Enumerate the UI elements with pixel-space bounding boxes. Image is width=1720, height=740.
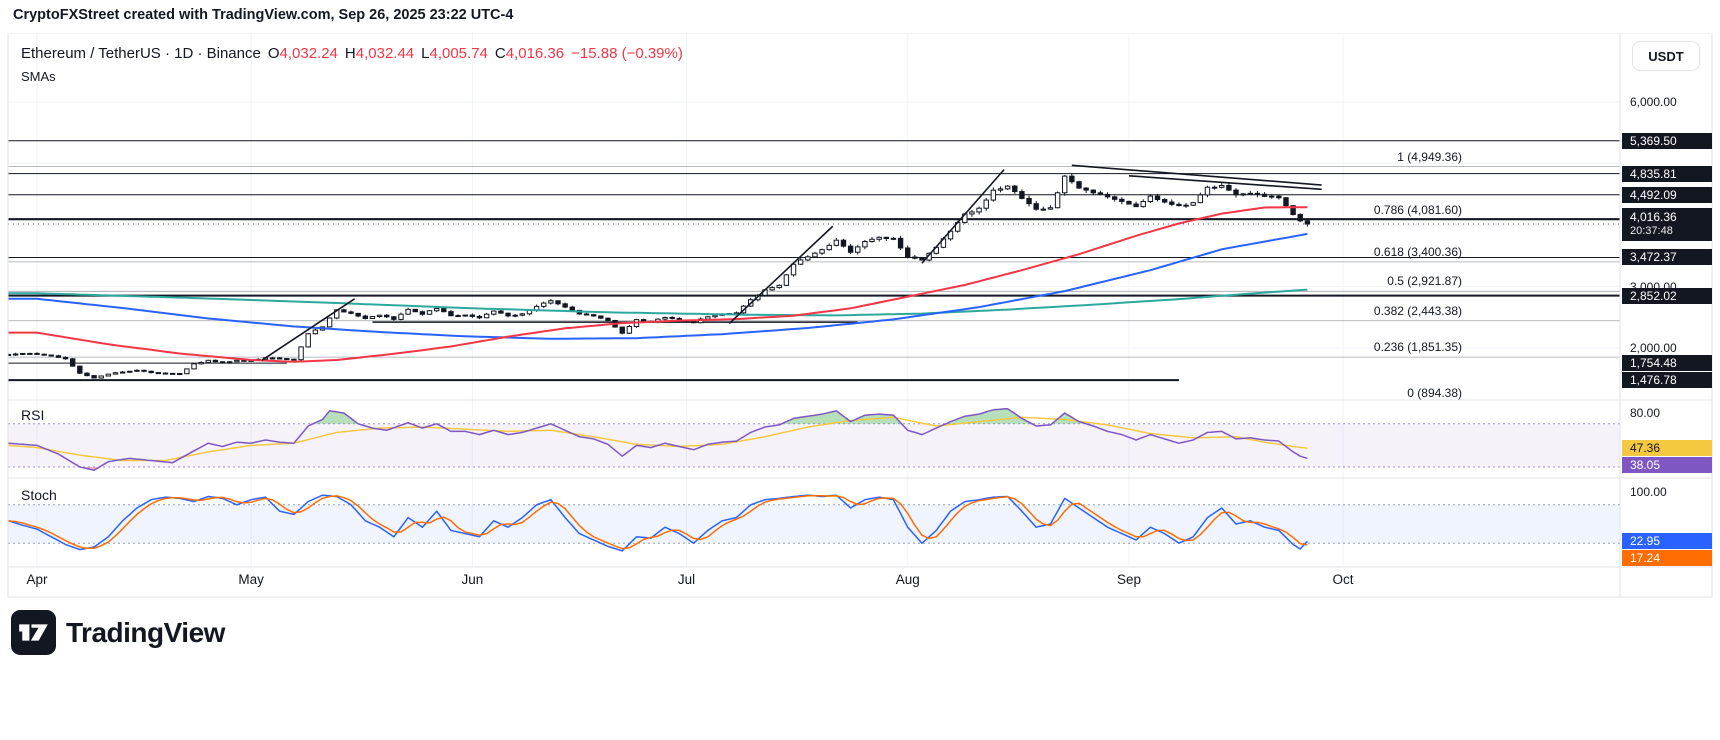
tradingview-footer: TradingView <box>11 610 225 655</box>
price-scale[interactable] <box>1620 33 1712 567</box>
symbol-legend: Ethereum / TetherUS · 1D · BinanceO4,032… <box>21 44 683 87</box>
time-scale[interactable] <box>8 567 1620 597</box>
ohlc-close-key: C <box>495 45 506 62</box>
legend-line-1: Ethereum / TetherUS · 1D · BinanceO4,032… <box>21 44 683 64</box>
indicator-legend-smas[interactable]: SMAs <box>21 67 683 87</box>
change-value: −15.88 (−0.39%) <box>571 45 683 62</box>
tradingview-wordmark[interactable]: TradingView <box>66 617 225 649</box>
ohlc-high-key: H <box>345 45 356 62</box>
rsi-panel-label[interactable]: RSI <box>21 407 44 423</box>
ohlc-open-key: O <box>268 45 280 62</box>
ohlc-high-value: 4,032.44 <box>356 45 414 62</box>
attribution-bar: CryptoFXStreet created with TradingView.… <box>0 0 1720 33</box>
ohlc-low-value: 4,005.74 <box>429 45 487 62</box>
attribution-text: CryptoFXStreet created with TradingView.… <box>13 7 513 23</box>
tradingview-logo-icon[interactable] <box>11 610 56 655</box>
currency-usdt-button[interactable]: USDT <box>1632 41 1700 71</box>
chart-canvas[interactable] <box>0 0 1720 740</box>
ohlc-close-value: 4,016.36 <box>506 45 564 62</box>
ohlc-open-value: 4,032.24 <box>280 45 338 62</box>
symbol-title[interactable]: Ethereum / TetherUS · 1D · Binance <box>21 45 261 62</box>
stoch-panel-label[interactable]: Stoch <box>21 487 57 503</box>
